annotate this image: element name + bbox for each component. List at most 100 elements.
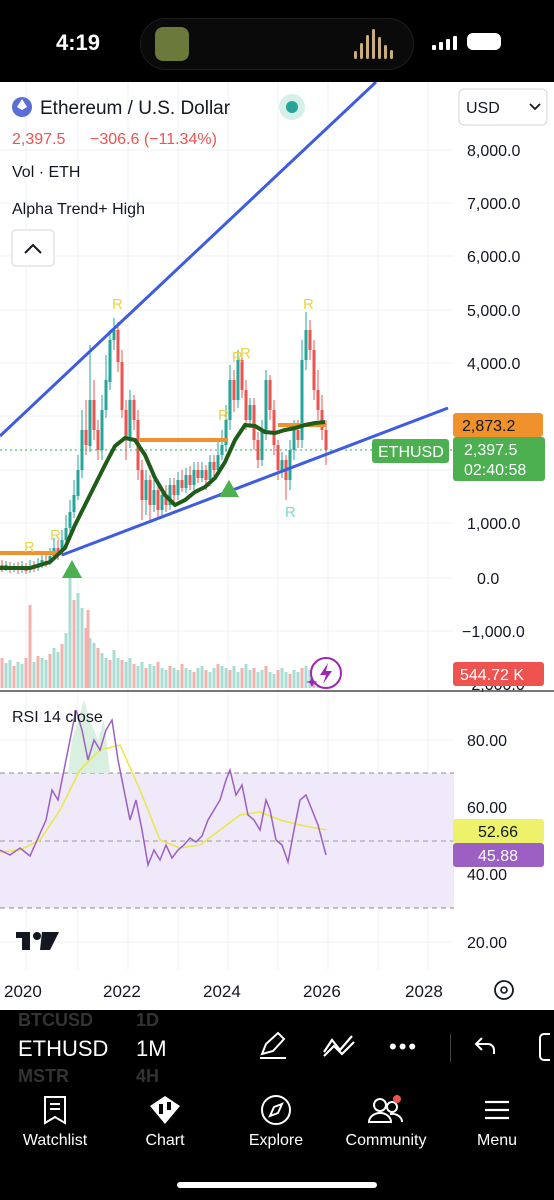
- volume-bar: [86, 610, 90, 688]
- volume-bar: [96, 648, 100, 688]
- volume-bar: [32, 662, 36, 688]
- candle-body: [232, 380, 236, 400]
- rsi-legend[interactable]: RSI 14 close: [12, 709, 103, 726]
- candle-body: [288, 450, 292, 480]
- ghost-symbol: MSTR: [18, 1066, 69, 1086]
- volume-bar: [180, 664, 184, 688]
- candle-body: [100, 410, 104, 450]
- volume-bar: [24, 658, 28, 688]
- drawing-tools-icon[interactable]: [258, 1030, 288, 1060]
- tab-explore[interactable]: Explore: [221, 1094, 331, 1150]
- chart-panel[interactable]: R R R R R R R R Ethereum / U.S. Dollar 2…: [0, 82, 554, 1010]
- collapse-legend-button[interactable]: [11, 229, 55, 267]
- candle-body: [124, 410, 128, 440]
- r-marker: R: [303, 296, 314, 313]
- more-options-icon[interactable]: •••: [389, 1034, 418, 1060]
- chart-settings-icon[interactable]: [494, 980, 514, 1000]
- volume-bar: [120, 660, 124, 688]
- tab-watchlist[interactable]: Watchlist: [0, 1094, 110, 1150]
- candle-body: [228, 380, 232, 420]
- fullscreen-icon[interactable]: [536, 1030, 554, 1064]
- tab-community[interactable]: Community: [331, 1094, 441, 1150]
- candle-body: [200, 470, 204, 478]
- candle-body: [184, 475, 188, 488]
- time-tick: 2020: [4, 982, 42, 1001]
- volume-bar: [176, 670, 180, 688]
- volume-value: 544.72 K: [460, 667, 524, 684]
- candle-body: [148, 480, 152, 505]
- volume-bar: [296, 672, 300, 688]
- price-change: −306.6 (−11.34%): [90, 131, 217, 148]
- volume-bar: [92, 643, 96, 688]
- candle-body: [160, 495, 164, 510]
- status-time: 4:19: [56, 30, 101, 55]
- volume-bar: [8, 660, 12, 688]
- price-tick: 4,000.0: [467, 356, 520, 373]
- candle-body: [76, 470, 80, 496]
- volume-bar: [256, 672, 260, 688]
- volume-bar: [192, 672, 196, 688]
- volume-bar: [52, 648, 56, 688]
- volume-bar: [284, 672, 288, 688]
- volume-bar: [252, 668, 256, 688]
- volume-bar: [28, 605, 32, 688]
- chart-canvas[interactable]: R R R R R R R R Ethereum / U.S. Dollar 2…: [0, 82, 554, 1010]
- candle-body: [208, 462, 212, 480]
- volume-bar: [36, 656, 40, 688]
- indicators-icon[interactable]: [322, 1030, 356, 1060]
- tab-menu[interactable]: Menu: [442, 1094, 552, 1150]
- volume-bar: [164, 670, 168, 688]
- candle-body: [172, 485, 176, 495]
- volume-bar: [40, 658, 44, 688]
- tab-chart[interactable]: Chart: [110, 1094, 220, 1150]
- tab-label: Menu: [476, 1132, 518, 1149]
- volume-bar: [156, 662, 160, 688]
- time-axis[interactable]: 2020 2022 2024 2026 2028: [4, 982, 443, 1001]
- volume-bar: [272, 674, 276, 688]
- candle-body: [176, 480, 180, 495]
- symbol-title[interactable]: Ethereum / U.S. Dollar: [40, 98, 231, 119]
- volume-bar: [108, 660, 112, 688]
- audio-waveform-icon: [354, 29, 393, 59]
- rsi-tick: 60.00: [467, 800, 507, 817]
- home-indicator: [177, 1182, 377, 1188]
- candle-body: [292, 430, 296, 450]
- time-tick: 2028: [405, 982, 443, 1001]
- volume-bar: [72, 600, 76, 688]
- volume-bar: [48, 654, 52, 688]
- notification-dot: [393, 1095, 401, 1103]
- volume-bar: [184, 668, 188, 688]
- volume-bar: [64, 633, 68, 688]
- indicator-legend[interactable]: Alpha Trend+ High: [12, 201, 145, 218]
- candle-body: [132, 400, 136, 420]
- candle-body: [96, 430, 100, 450]
- compass-icon: [261, 1095, 291, 1125]
- candle-body: [296, 430, 300, 440]
- volume-bar: [152, 666, 156, 688]
- candle-body: [244, 390, 248, 420]
- volume-legend[interactable]: Vol · ETH: [12, 164, 80, 181]
- watchlist-icon: [44, 1096, 66, 1125]
- interval-button[interactable]: 1M: [136, 1036, 167, 1062]
- symbol-button[interactable]: ETHUSD: [18, 1036, 108, 1062]
- volume-bar: [228, 670, 232, 688]
- candle-body: [152, 490, 156, 505]
- volume-bar: [112, 650, 116, 688]
- volume-bar: [200, 666, 204, 688]
- candle-body: [180, 480, 184, 488]
- status-bar: 4:19: [0, 0, 554, 82]
- dynamic-island[interactable]: [140, 18, 414, 70]
- tab-label: Chart: [145, 1132, 185, 1149]
- undo-icon[interactable]: [472, 1032, 500, 1060]
- volume-bar: [148, 664, 152, 688]
- volume-bar: [248, 670, 252, 688]
- volume-bar: [116, 658, 120, 688]
- price-tick: −1,000.0: [462, 624, 525, 641]
- volume-bar: [244, 664, 248, 688]
- candle-body: [120, 362, 124, 410]
- candle-body: [64, 528, 68, 540]
- volume-bar: [132, 664, 136, 688]
- toolbar-divider: [450, 1034, 451, 1062]
- candle-body: [204, 470, 208, 480]
- volume-bar: [204, 670, 208, 688]
